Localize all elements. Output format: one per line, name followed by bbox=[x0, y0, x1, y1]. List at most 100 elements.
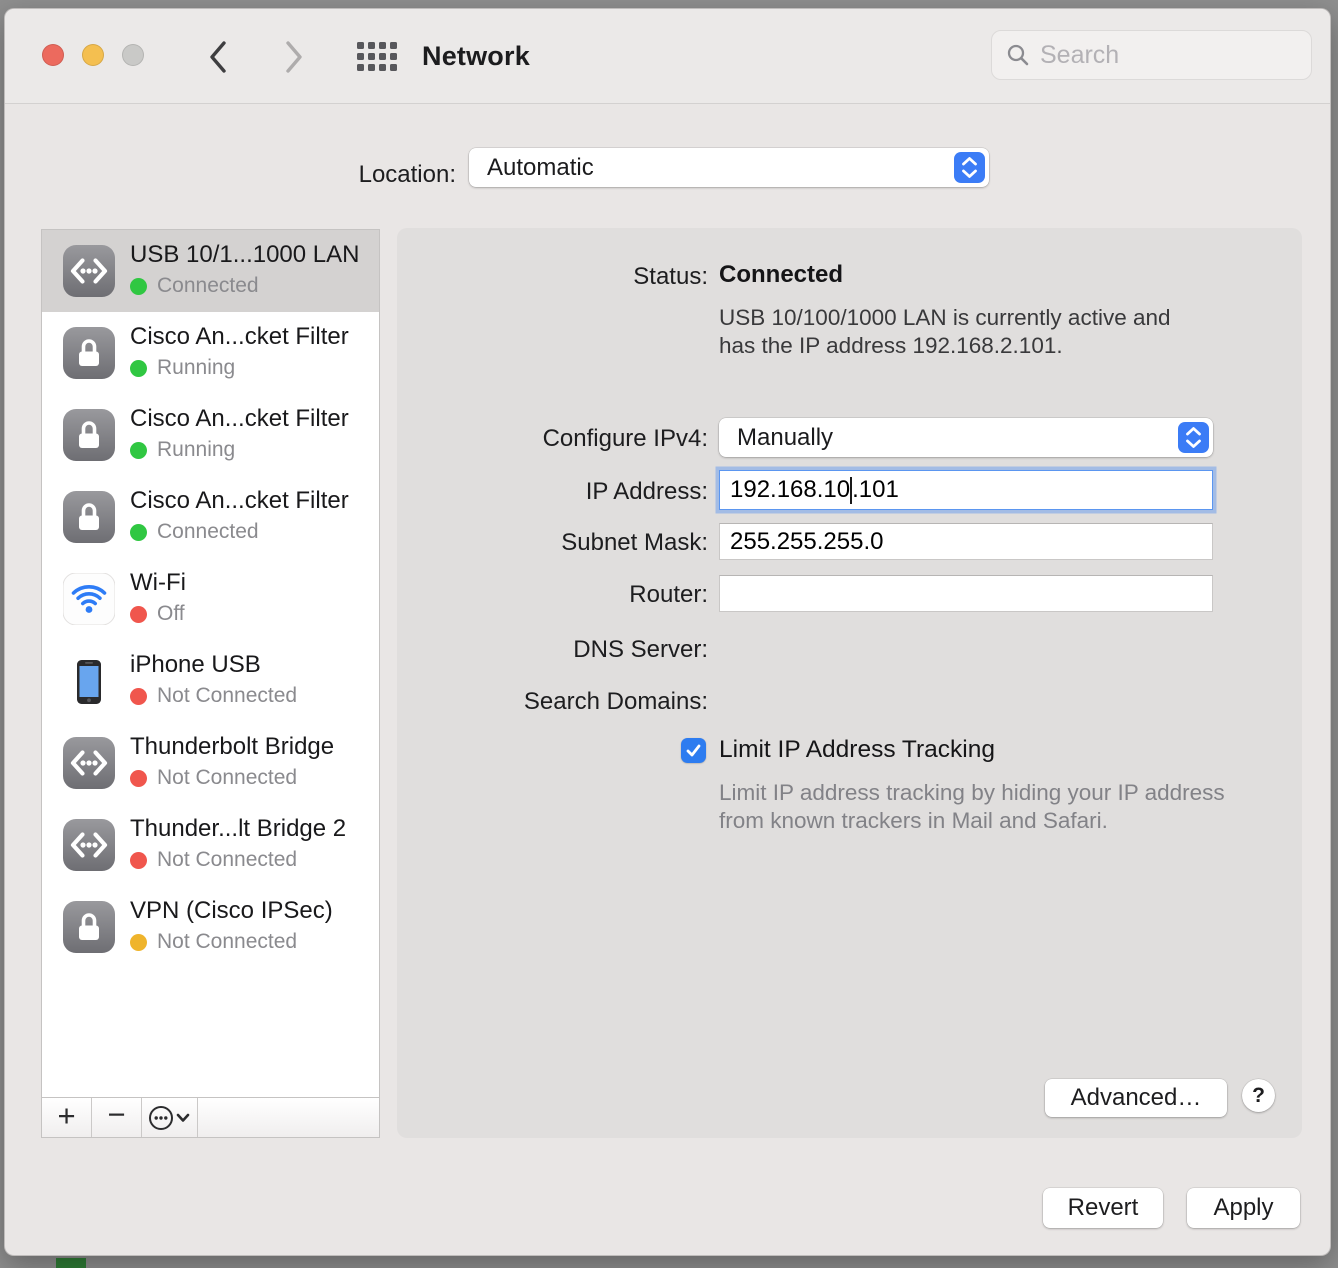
title-bar: Network Search bbox=[5, 9, 1330, 104]
sidebar-item-thunder-lt-bridge-2-7[interactable]: Thunder...lt Bridge 2 Not Connected bbox=[42, 804, 379, 886]
sidebar-item-thunderbolt-bridge-6[interactable]: Thunderbolt Bridge Not Connected bbox=[42, 722, 379, 804]
status-dot bbox=[130, 442, 147, 459]
add-service-button[interactable]: + bbox=[42, 1098, 92, 1137]
page-title: Network bbox=[422, 41, 530, 72]
service-rows: USB 10/1...1000 LAN Connected Cisco An..… bbox=[42, 230, 379, 968]
sidebar-item-usb-10-1-1000-lan-0[interactable]: USB 10/1...1000 LAN Connected bbox=[42, 230, 379, 312]
lock-icon bbox=[63, 409, 115, 461]
sidebar-item-wi-fi-4[interactable]: Wi-Fi Off bbox=[42, 558, 379, 640]
configure-ipv4-label: Configure IPv4: bbox=[397, 425, 708, 453]
status-text: Not Connected bbox=[157, 848, 297, 872]
status-dot bbox=[130, 524, 147, 541]
service-status: Running bbox=[130, 356, 235, 380]
help-button[interactable]: ? bbox=[1242, 1079, 1275, 1112]
status-text: Running bbox=[157, 438, 235, 462]
service-name: iPhone USB bbox=[130, 651, 261, 679]
service-status: Not Connected bbox=[130, 766, 297, 790]
ethernet-icon bbox=[63, 245, 115, 297]
background-artifact bbox=[56, 1258, 86, 1268]
status-dot bbox=[130, 852, 147, 869]
ethernet-icon bbox=[63, 737, 115, 789]
search-domains-label: Search Domains: bbox=[397, 688, 708, 716]
limit-ip-tracking-description: Limit IP address tracking by hiding your… bbox=[719, 779, 1231, 835]
location-value: Automatic bbox=[469, 154, 594, 182]
service-name: Cisco An...cket Filter bbox=[130, 487, 349, 515]
limit-ip-tracking-label: Limit IP Address Tracking bbox=[719, 736, 995, 764]
service-status: Connected bbox=[130, 274, 259, 298]
subnet-mask-field[interactable]: 255.255.255.0 bbox=[719, 523, 1213, 560]
service-name: Wi-Fi bbox=[130, 569, 186, 597]
service-name: VPN (Cisco IPSec) bbox=[130, 897, 333, 925]
search-icon bbox=[1006, 43, 1030, 67]
router-field[interactable] bbox=[719, 575, 1213, 612]
service-name: Cisco An...cket Filter bbox=[130, 405, 349, 433]
status-dot bbox=[130, 606, 147, 623]
network-services-list: USB 10/1...1000 LAN Connected Cisco An..… bbox=[41, 229, 380, 1138]
router-label: Router: bbox=[397, 581, 708, 609]
ip-address-value-after-caret: .101 bbox=[852, 476, 899, 504]
configure-ipv4-value: Manually bbox=[719, 424, 833, 452]
forward-button[interactable] bbox=[277, 36, 311, 78]
configure-ipv4-popup[interactable]: Manually bbox=[719, 418, 1213, 457]
location-popup[interactable]: Automatic bbox=[469, 148, 989, 187]
ip-address-value-before-caret: 192.168.10 bbox=[730, 476, 850, 504]
service-status: Not Connected bbox=[130, 684, 297, 708]
lock-icon bbox=[63, 491, 115, 543]
sidebar-item-cisco-an-cket-filter-2[interactable]: Cisco An...cket Filter Running bbox=[42, 394, 379, 476]
service-status: Connected bbox=[130, 520, 259, 544]
iphone-icon bbox=[63, 655, 115, 707]
status-value: Connected bbox=[719, 261, 843, 289]
status-dot bbox=[130, 360, 147, 377]
status-text: Running bbox=[157, 356, 235, 380]
service-status: Off bbox=[130, 602, 185, 626]
ethernet-icon bbox=[63, 819, 115, 871]
zoom-button[interactable] bbox=[122, 44, 144, 66]
advanced-button[interactable]: Advanced… bbox=[1045, 1079, 1227, 1117]
service-status: Not Connected bbox=[130, 930, 297, 954]
ip-address-label: IP Address: bbox=[397, 478, 708, 506]
show-all-grid-icon[interactable] bbox=[357, 42, 397, 72]
status-text: Connected bbox=[157, 274, 259, 298]
ellipsis-circle-chevron-icon bbox=[148, 1104, 192, 1132]
status-description: USB 10/100/1000 LAN is currently active … bbox=[719, 304, 1201, 360]
popup-stepper-icon bbox=[1178, 422, 1209, 453]
service-status: Running bbox=[130, 438, 235, 462]
service-name: Thunder...lt Bridge 2 bbox=[130, 815, 346, 843]
sidebar-item-iphone-usb-5[interactable]: iPhone USB Not Connected bbox=[42, 640, 379, 722]
minimize-button[interactable] bbox=[82, 44, 104, 66]
status-text: Not Connected bbox=[157, 684, 297, 708]
checkmark-icon bbox=[684, 741, 703, 760]
sidebar-item-cisco-an-cket-filter-1[interactable]: Cisco An...cket Filter Running bbox=[42, 312, 379, 394]
service-name: Thunderbolt Bridge bbox=[130, 733, 334, 761]
service-status: Not Connected bbox=[130, 848, 297, 872]
status-dot bbox=[130, 278, 147, 295]
search-input[interactable]: Search bbox=[991, 30, 1312, 80]
revert-button[interactable]: Revert bbox=[1043, 1188, 1163, 1228]
apply-button[interactable]: Apply bbox=[1187, 1188, 1300, 1228]
dns-server-label: DNS Server: bbox=[397, 636, 708, 664]
search-placeholder: Search bbox=[1040, 41, 1119, 70]
network-preferences-window: Network Search Location: Automatic USB 1… bbox=[4, 8, 1331, 1256]
chevron-left-icon bbox=[206, 38, 230, 76]
status-text: Off bbox=[157, 602, 185, 626]
status-dot bbox=[130, 688, 147, 705]
more-actions-button[interactable] bbox=[142, 1098, 198, 1137]
remove-service-button[interactable]: − bbox=[92, 1098, 142, 1137]
location-label: Location: bbox=[245, 161, 456, 189]
status-text: Connected bbox=[157, 520, 259, 544]
lock-icon bbox=[63, 901, 115, 953]
status-text: Not Connected bbox=[157, 930, 297, 954]
sidebar-item-vpn-cisco-ipsec-8[interactable]: VPN (Cisco IPSec) Not Connected bbox=[42, 886, 379, 968]
ip-address-field[interactable]: 192.168.10.101 bbox=[719, 470, 1213, 510]
limit-ip-tracking-checkbox[interactable] bbox=[681, 738, 706, 763]
chevron-right-icon bbox=[282, 38, 306, 76]
subnet-mask-label: Subnet Mask: bbox=[397, 529, 708, 557]
service-detail-panel: Status: Connected USB 10/100/1000 LAN is… bbox=[397, 228, 1302, 1138]
lock-icon bbox=[63, 327, 115, 379]
service-name: Cisco An...cket Filter bbox=[130, 323, 349, 351]
status-label: Status: bbox=[397, 263, 708, 291]
service-name: USB 10/1...1000 LAN bbox=[130, 241, 359, 269]
back-button[interactable] bbox=[201, 36, 235, 78]
close-button[interactable] bbox=[42, 44, 64, 66]
sidebar-item-cisco-an-cket-filter-3[interactable]: Cisco An...cket Filter Connected bbox=[42, 476, 379, 558]
